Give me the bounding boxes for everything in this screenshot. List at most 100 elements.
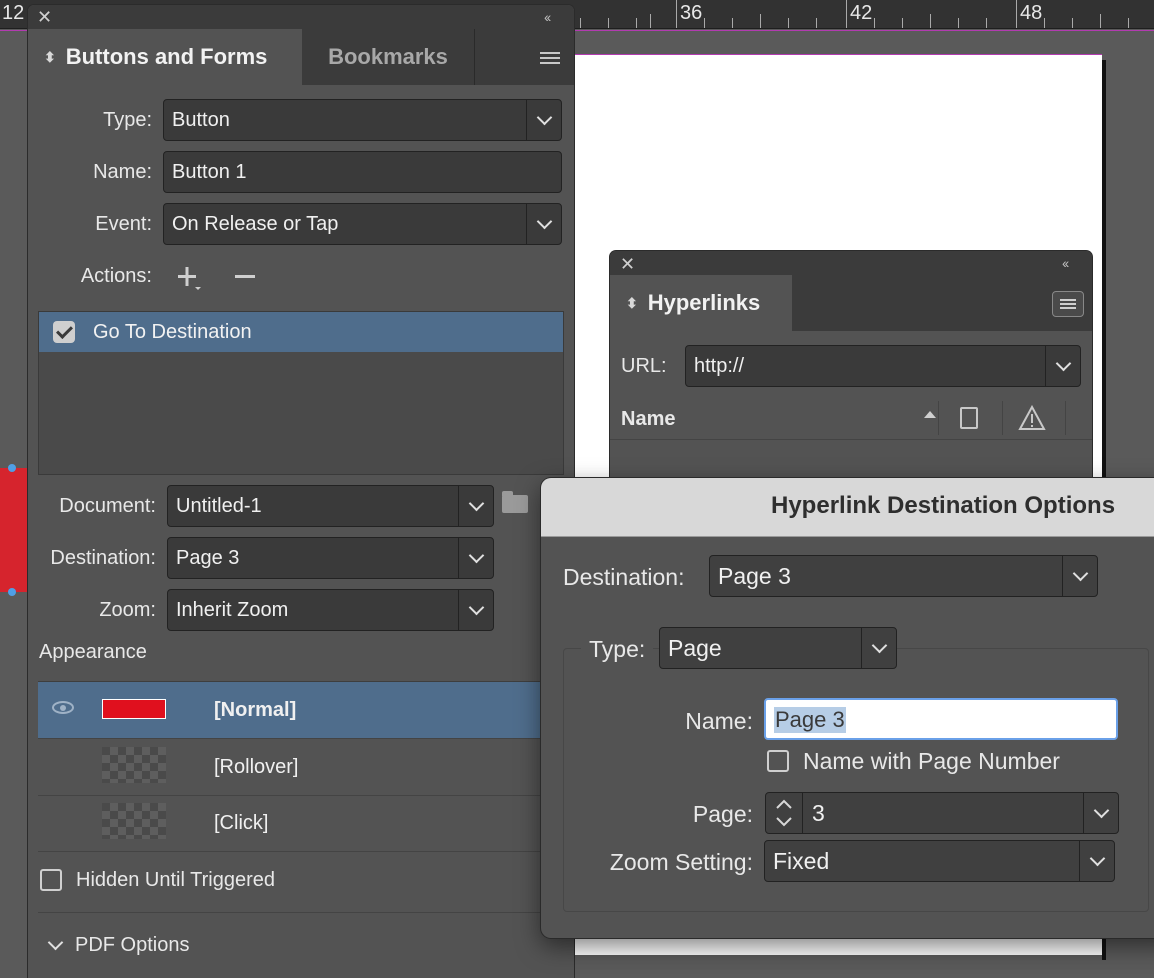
chevron-down-icon[interactable]: [1062, 556, 1097, 596]
type-dropdown[interactable]: Page: [659, 627, 897, 669]
name-field[interactable]: Button 1: [163, 151, 562, 193]
actions-list[interactable]: Go To Destination: [38, 311, 564, 475]
zoom-setting-dropdown[interactable]: Fixed: [764, 840, 1115, 882]
tab-label: Buttons and Forms: [65, 44, 268, 69]
eye-icon[interactable]: [52, 701, 74, 714]
zoom-label: Zoom:: [99, 599, 156, 621]
appearance-row-normal[interactable]: [Normal]: [38, 682, 558, 739]
document-value: Untitled-1: [176, 494, 262, 517]
zoom-value: Inherit Zoom: [176, 598, 289, 621]
selection-handle[interactable]: [8, 464, 16, 472]
chevron-down-icon[interactable]: [1083, 793, 1118, 833]
name-with-page-number-checkbox[interactable]: [767, 750, 789, 772]
collapse-icon[interactable]: ‹‹: [544, 9, 551, 25]
event-label: Event:: [95, 213, 152, 235]
normal-swatch: [102, 699, 166, 719]
hyperlinks-panel: ✕ ‹‹ ⬍ Hyperlinks URL: http:// Name: [610, 251, 1092, 491]
document-dropdown[interactable]: Untitled-1: [167, 485, 494, 527]
document-label: Document:: [59, 495, 156, 517]
chevron-down-icon[interactable]: [526, 204, 561, 244]
panel-tabbar: ⬍ Hyperlinks: [610, 275, 1092, 331]
type-value: Page: [668, 634, 722, 661]
destination-value: Page 3: [718, 562, 791, 589]
chevron-down-icon[interactable]: [1079, 841, 1114, 881]
event-dropdown[interactable]: On Release or Tap: [163, 203, 562, 245]
up-down-arrows-icon[interactable]: [766, 793, 802, 833]
collapse-icon[interactable]: ‹‹: [1062, 255, 1069, 271]
type-label: Type:: [103, 109, 152, 131]
page-margin-line: [570, 54, 1102, 55]
panel-menu-icon[interactable]: [1052, 291, 1084, 317]
tab-label: Hyperlinks: [647, 290, 761, 315]
page-icon[interactable]: [960, 407, 978, 429]
url-field[interactable]: http://: [685, 345, 1081, 387]
page-label: Page:: [692, 801, 753, 827]
panel-header: ✕ ‹‹: [610, 251, 1092, 275]
hyperlinks-column-header: Name: [610, 397, 1092, 440]
name-label: Name:: [93, 161, 152, 183]
chevron-down-icon[interactable]: [47, 934, 64, 951]
tab-buttons-and-forms[interactable]: ⬍ Buttons and Forms: [28, 29, 302, 85]
close-icon[interactable]: ✕: [37, 8, 52, 26]
chevron-down-icon[interactable]: [458, 538, 493, 578]
state-label: [Normal]: [214, 698, 297, 721]
action-label: Go To Destination: [93, 320, 252, 343]
tab-hyperlinks[interactable]: ⬍ Hyperlinks: [610, 275, 792, 331]
dialog-title: Hyperlink Destination Options: [771, 492, 1116, 519]
url-label: URL:: [621, 355, 667, 377]
page-stepper[interactable]: 3: [765, 792, 1119, 834]
name-column-header[interactable]: Name: [621, 408, 675, 431]
hidden-until-triggered-label: Hidden Until Triggered: [76, 869, 275, 891]
state-label: [Rollover]: [214, 755, 299, 778]
folder-icon[interactable]: [502, 491, 528, 513]
appearance-row-rollover[interactable]: [Rollover]: [38, 739, 558, 796]
destination-value: Page 3: [176, 546, 240, 569]
empty-swatch: [102, 803, 166, 839]
chevron-down-icon[interactable]: [1045, 346, 1080, 386]
chevron-down-icon[interactable]: [458, 486, 493, 526]
name-value: Button 1: [172, 160, 247, 183]
ruler-number: 48: [1020, 2, 1043, 24]
buttons-and-forms-panel: ✕ ‹‹ ⬍ Buttons and Forms Bookmarks Type:…: [28, 5, 574, 978]
divider: [38, 912, 558, 913]
remove-action-icon[interactable]: [232, 265, 258, 291]
updown-icon: ⬍: [626, 294, 638, 311]
appearance-row-click[interactable]: [Click]: [38, 795, 558, 852]
hyperlink-destination-options-dialog: Hyperlink Destination Options Destinatio…: [541, 478, 1154, 938]
panel-tabbar: ⬍ Buttons and Forms Bookmarks: [28, 29, 574, 85]
name-with-page-number-label: Name with Page Number: [803, 748, 1060, 774]
empty-swatch: [102, 747, 166, 783]
list-item[interactable]: Go To Destination: [39, 312, 563, 352]
zoom-setting-value: Fixed: [773, 847, 830, 874]
pdf-options-section[interactable]: PDF Options: [75, 934, 189, 957]
zoom-dropdown[interactable]: Inherit Zoom: [167, 589, 494, 631]
type-value: Button: [172, 108, 230, 131]
ruler-number: 42: [850, 2, 873, 24]
ruler-number: 12: [2, 2, 25, 24]
destination-dropdown[interactable]: Page 3: [167, 537, 494, 579]
close-icon[interactable]: ✕: [620, 255, 635, 273]
chevron-down-icon[interactable]: [526, 100, 561, 140]
appearance-list: [Normal] [Rollover] [Click]: [38, 681, 558, 852]
stepper-arrows[interactable]: [766, 793, 803, 833]
checkbox-checked[interactable]: [53, 321, 75, 343]
name-input[interactable]: Page 3: [764, 698, 1118, 740]
warning-icon[interactable]: [1018, 405, 1046, 431]
panel-menu-icon[interactable]: [540, 52, 560, 67]
tab-bookmarks[interactable]: Bookmarks: [302, 29, 475, 85]
type-dropdown[interactable]: Button: [163, 99, 562, 141]
zoom-setting-label: Zoom Setting:: [609, 849, 753, 875]
button-object[interactable]: [0, 468, 30, 592]
state-label: [Click]: [214, 811, 269, 834]
appearance-heading: Appearance: [39, 641, 147, 663]
chevron-down-icon[interactable]: [861, 628, 896, 668]
selection-handle[interactable]: [8, 588, 16, 596]
destination-label: Destination:: [50, 547, 156, 569]
sort-ascending-icon[interactable]: [924, 411, 936, 418]
name-label: Name:: [685, 708, 753, 734]
add-action-icon[interactable]: [174, 265, 202, 293]
destination-dropdown[interactable]: Page 3: [709, 555, 1098, 597]
chevron-down-icon[interactable]: [458, 590, 493, 630]
dialog-titlebar[interactable]: Hyperlink Destination Options: [541, 478, 1154, 537]
hidden-until-triggered-checkbox[interactable]: [40, 869, 62, 891]
